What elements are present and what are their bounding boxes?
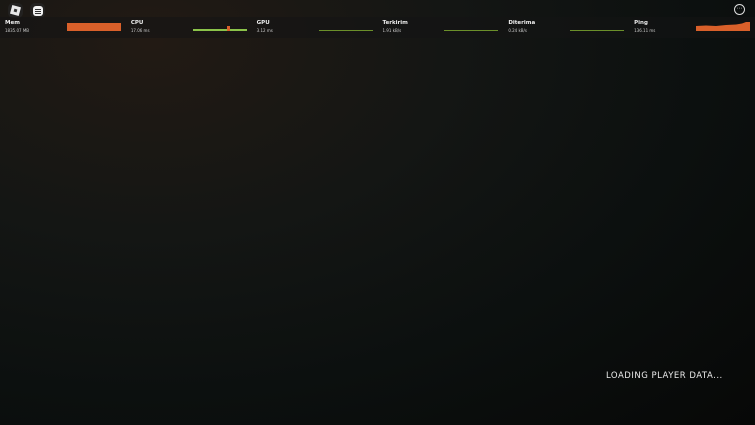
stat-graph [67, 21, 121, 31]
stat-graph [318, 21, 373, 31]
loading-text: LOADING PLAYER DATA... [606, 371, 723, 381]
stat-value: 1.91 kB/s [382, 28, 402, 33]
chat-button[interactable] [30, 3, 45, 18]
stat-graph [570, 21, 625, 31]
stat-value: 1835.07 MB [5, 28, 30, 33]
performance-stats-bar: Mem 1835.07 MB CPU 17.06 ms GPU 3.12 ms Ter… [0, 17, 755, 38]
stat-graph [444, 21, 499, 31]
stat-value: 0.24 kB/s [508, 28, 527, 33]
stat-value: 136.11 ms [634, 28, 656, 33]
stat-name: Ping [634, 20, 648, 26]
stat-value: 17.06 ms [130, 28, 150, 33]
stat-gpu[interactable]: GPU 3.12 ms [252, 17, 378, 38]
stat-value: 3.12 ms [256, 28, 273, 33]
stat-received[interactable]: Diterima 0.24 kB/s [503, 17, 629, 38]
roblox-logo-icon [9, 4, 22, 17]
stat-graph [696, 21, 751, 31]
stat-name: GPU [256, 20, 270, 26]
chat-icon [32, 5, 43, 16]
stat-name: CPU [130, 20, 144, 26]
stat-name: Diterima [508, 20, 536, 26]
more-icon: ⋯ [736, 5, 743, 12]
stat-sent[interactable]: Terkirim 1.91 kB/s [377, 17, 503, 38]
more-button[interactable]: ⋯ [734, 4, 745, 15]
stat-mem[interactable]: Mem 1835.07 MB [0, 17, 126, 38]
stat-ping[interactable]: Ping 136.11 ms [629, 17, 755, 38]
stat-name: Mem [5, 20, 20, 26]
roblox-menu-button[interactable] [8, 3, 23, 18]
stat-cpu[interactable]: CPU 17.06 ms [126, 17, 252, 38]
stat-name: Terkirim [382, 20, 408, 26]
stat-graph [192, 21, 247, 31]
